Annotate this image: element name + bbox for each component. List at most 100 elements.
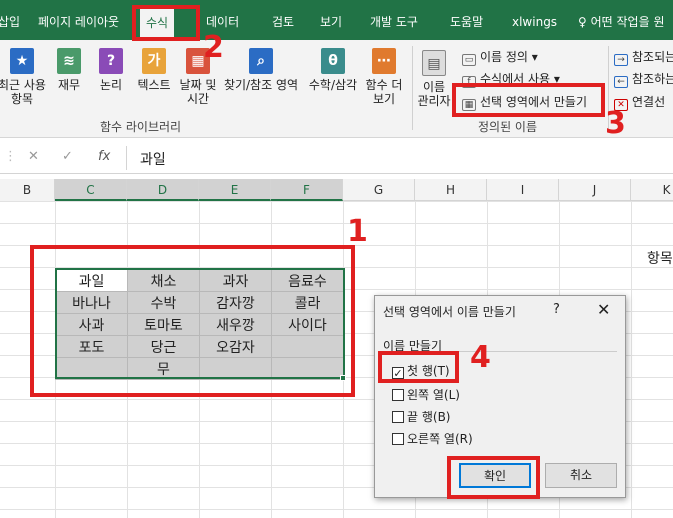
tab-page-layout[interactable]: 페이지 레이아웃 (38, 0, 119, 40)
close-icon[interactable]: ✕ (597, 300, 610, 319)
checkbox-box (392, 411, 404, 423)
recently-used-label: 최근 사용 항목 (0, 78, 46, 106)
table-cell[interactable]: 당근 (127, 335, 200, 358)
tab-xlwings[interactable]: xlwings (512, 0, 557, 40)
create-from-selection-icon: ▦ (462, 99, 476, 111)
ribbon-tab-bar: 삽입 페이지 레이아웃 수식 데이터 검토 보기 개발 도구 도움말 xlwin… (0, 0, 673, 40)
column-header-row: B C D E F G H I J K (0, 179, 673, 201)
table-cell[interactable]: 사이다 (271, 313, 344, 336)
text-button[interactable]: 가 텍스트 (134, 48, 174, 92)
financial-button[interactable]: ≋ 재무 (54, 48, 84, 92)
column-header-b[interactable]: B (0, 179, 55, 201)
table-cell[interactable]: 감자깡 (199, 291, 272, 314)
table-cell[interactable]: 바나나 (55, 291, 128, 314)
table-cell[interactable]: 오감자 (199, 335, 272, 358)
cancel-formula-icon[interactable]: ✕ (28, 149, 39, 164)
table-cell[interactable]: 포도 (55, 335, 128, 358)
cancel-button[interactable]: 취소 (545, 463, 617, 488)
table-cell[interactable]: 수박 (127, 291, 200, 314)
annotation-number-1: 1 (347, 214, 368, 249)
logical-button[interactable]: ? 논리 (96, 48, 126, 92)
trace-dependents-icon: ← (614, 76, 628, 88)
formula-input[interactable]: 과일 (140, 149, 166, 169)
tab-insert[interactable]: 삽입 (0, 0, 20, 40)
group-label-function-library: 함수 라이브러리 (100, 120, 182, 134)
checkbox-box (392, 389, 404, 401)
table-row: 포도 당근 오감자 (55, 335, 344, 358)
table-cell[interactable] (271, 335, 344, 358)
table-cell[interactable]: 과일 (55, 269, 128, 292)
data-table: 과일 채소 과자 음료수 바나나 수박 감자깡 콜라 사과 토마토 새우깡 사이… (55, 269, 344, 380)
column-header-i[interactable]: I (487, 179, 559, 201)
math-trig-button[interactable]: θ 수학/삼각 (304, 48, 362, 92)
table-cell[interactable]: 음료수 (271, 269, 344, 292)
right-column-checkbox[interactable]: 오른쪽 열(R) (392, 430, 473, 447)
table-cell[interactable]: 무 (127, 357, 200, 380)
table-cell[interactable]: 새우깡 (199, 313, 272, 336)
table-cell[interactable]: 과자 (199, 269, 272, 292)
tab-formulas[interactable]: 수식 (140, 8, 175, 40)
search-book-icon: ⌕ (249, 48, 273, 74)
star-icon: ★ (10, 48, 34, 74)
ribbon-panel: ★ 최근 사용 항목 ≋ 재무 ? 논리 가 텍스트 ▦ 날짜 및 시간 ⌕ 찾… (0, 40, 673, 138)
tab-view[interactable]: 보기 (320, 0, 342, 40)
table-cell[interactable]: 채소 (127, 269, 200, 292)
tab-developer[interactable]: 개발 도구 (370, 0, 418, 40)
column-header-f[interactable]: F (271, 179, 343, 201)
table-cell[interactable]: 콜라 (271, 291, 344, 314)
formula-bar: ⋮ ✕ ✓ fx 과일 (0, 142, 673, 174)
left-column-checkbox[interactable]: 왼쪽 열(L) (392, 386, 460, 403)
column-header-c[interactable]: C (55, 179, 127, 201)
define-name-button[interactable]: ▭ 이름 정의 ▾ (462, 48, 538, 66)
cell-k-fragment: 항목 (647, 251, 673, 267)
group-label-defined-names: 정의된 이름 (478, 120, 538, 134)
annotation-number-3: 3 (605, 106, 626, 141)
lookup-reference-button[interactable]: ⌕ 찾기/참조 영역 (220, 48, 302, 92)
column-header-d[interactable]: D (127, 179, 199, 201)
fill-handle[interactable] (340, 375, 346, 381)
column-header-h[interactable]: H (415, 179, 487, 201)
formula-bar-divider (126, 146, 127, 170)
column-header-j[interactable]: J (559, 179, 631, 201)
column-header-g[interactable]: G (343, 179, 415, 201)
name-manager-icon: ▤ (422, 50, 446, 76)
enter-formula-icon[interactable]: ✓ (62, 149, 73, 164)
trace-dependents-button[interactable]: ← 참조하는 (614, 70, 673, 88)
create-names-dialog: 선택 영역에서 이름 만들기 ? ✕ 이름 만들기 ✓ 첫 행(T) 왼쪽 열(L… (374, 295, 626, 498)
dialog-title: 선택 영역에서 이름 만들기 (383, 305, 516, 319)
text-book-icon: 가 (142, 48, 166, 74)
formula-icon: ƒ (462, 76, 476, 88)
table-cell[interactable] (271, 357, 344, 380)
question-book-icon: ? (99, 48, 123, 74)
table-row: 사과 토마토 새우깡 사이다 (55, 313, 344, 336)
create-from-selection-button[interactable]: ▦ 선택 영역에서 만들기 (462, 93, 587, 111)
table-cell[interactable] (55, 357, 128, 380)
table-cell[interactable] (199, 357, 272, 380)
top-row-checkbox[interactable]: ✓ 첫 행(T) (392, 362, 450, 379)
recently-used-button[interactable]: ★ 최근 사용 항목 (0, 48, 48, 106)
bottom-row-checkbox[interactable]: 끝 행(B) (392, 408, 451, 425)
help-icon[interactable]: ? (553, 302, 560, 317)
column-header-k[interactable]: K (631, 179, 673, 201)
table-row: 바나나 수박 감자깡 콜라 (55, 291, 344, 314)
tell-me-search[interactable]: ♀ 어떤 작업을 원 (578, 0, 665, 40)
more-functions-button[interactable]: ⋯ 함수 더 보기 (362, 48, 406, 106)
tab-review[interactable]: 검토 (272, 0, 294, 40)
checkmark-icon: ✓ (392, 367, 404, 380)
theta-icon: θ (321, 48, 345, 74)
trace-precedents-button[interactable]: → 참조되는 (614, 48, 673, 66)
annotation-number-4: 4 (470, 340, 491, 375)
group-separator (412, 46, 413, 130)
insert-function-icon[interactable]: fx (98, 149, 110, 164)
tag-icon: ▭ (462, 54, 476, 66)
lightbulb-icon: ♀ (578, 15, 587, 29)
checkbox-box (392, 433, 404, 445)
table-cell[interactable]: 사과 (55, 313, 128, 336)
ok-button[interactable]: 확인 (459, 463, 531, 488)
table-cell[interactable]: 토마토 (127, 313, 200, 336)
column-header-e[interactable]: E (199, 179, 271, 201)
name-manager-button[interactable]: ▤ 이름 관리자 (414, 50, 454, 108)
table-row: 무 (55, 357, 344, 380)
tab-help[interactable]: 도움말 (450, 0, 483, 40)
use-in-formula-button[interactable]: ƒ 수식에서 사용 ▾ (462, 70, 560, 88)
